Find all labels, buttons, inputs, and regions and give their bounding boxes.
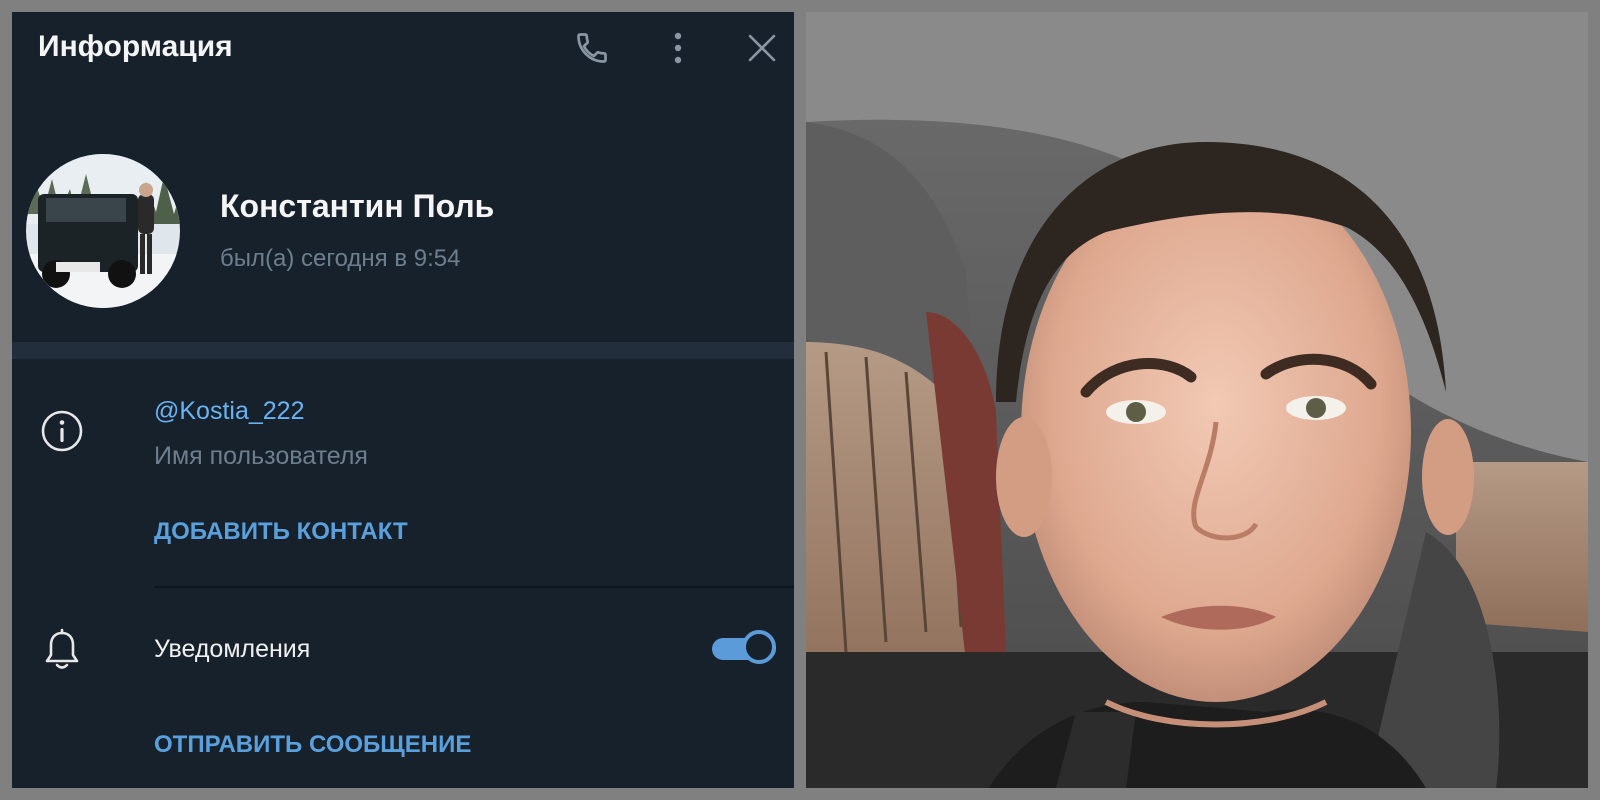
notifications-label: Уведомления <box>154 635 311 663</box>
panel-header: Информация <box>12 12 794 84</box>
bell-icon <box>38 626 86 674</box>
add-contact-button[interactable]: ДОБАВИТЬ КОНТАКТ <box>154 518 408 546</box>
username-caption: Имя пользователя <box>154 442 368 470</box>
phone-icon <box>574 30 610 66</box>
vertical-dots-icon <box>672 30 684 66</box>
username-link[interactable]: @Kostia_222 <box>154 397 304 426</box>
call-button[interactable] <box>570 26 614 70</box>
profile-section: Константин Поль был(а) сегодня в 9:54 <box>12 84 794 342</box>
panel-title: Информация <box>38 30 233 63</box>
close-button[interactable] <box>740 26 784 70</box>
info-icon <box>38 407 86 455</box>
contact-name: Константин Поль <box>220 188 495 224</box>
last-seen-status: был(а) сегодня в 9:54 <box>220 245 461 272</box>
section-divider <box>12 342 794 359</box>
profile-photo <box>806 12 1588 788</box>
more-button[interactable] <box>656 26 700 70</box>
toggle-knob <box>742 630 776 664</box>
close-icon <box>747 33 777 63</box>
row-separator <box>154 586 794 588</box>
avatar[interactable] <box>26 154 180 308</box>
notifications-toggle[interactable] <box>712 630 776 664</box>
send-message-button[interactable]: ОТПРАВИТЬ СООБЩЕНИЕ <box>154 731 471 759</box>
profile-info-panel: Информация Константин Поль был(а) сегодн… <box>12 12 794 788</box>
